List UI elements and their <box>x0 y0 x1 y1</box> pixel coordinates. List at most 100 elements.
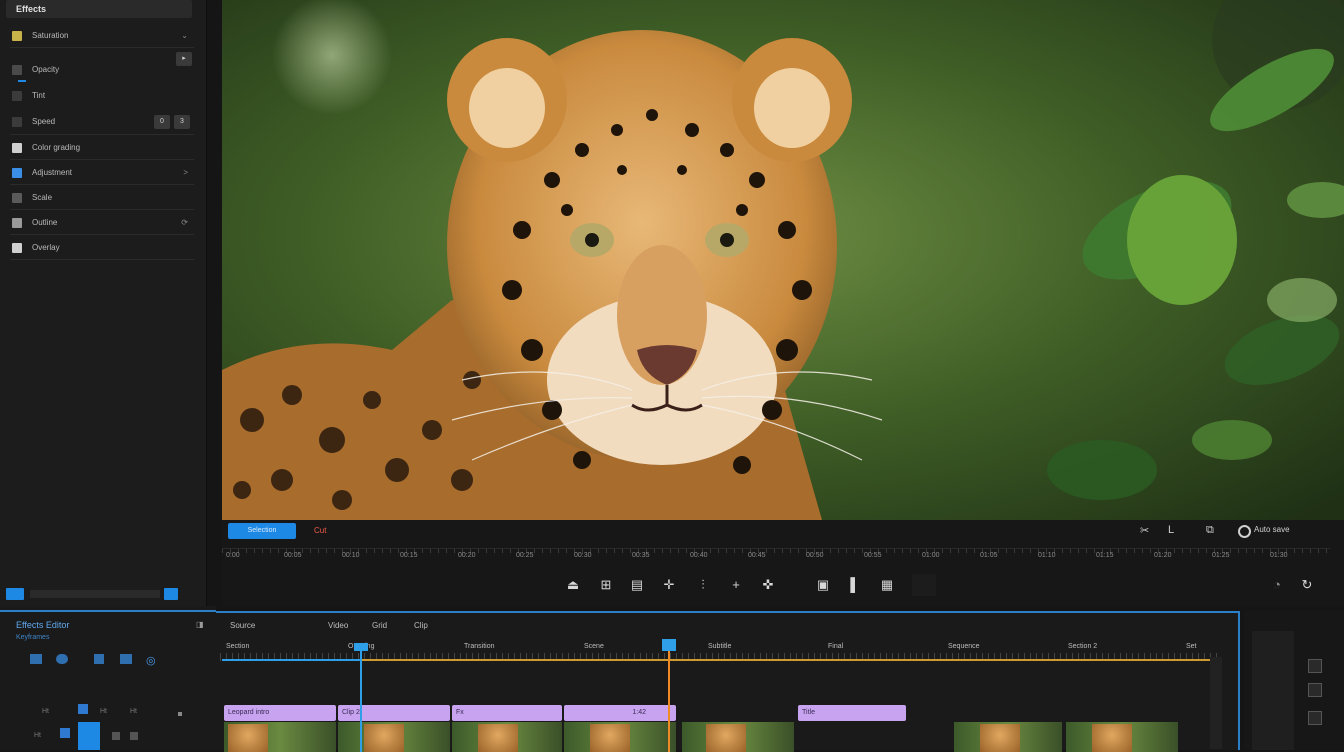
ease-icon[interactable] <box>56 654 68 664</box>
effect-item-color-grading[interactable]: Color grading <box>10 137 194 159</box>
selected-range-bar[interactable] <box>222 659 362 661</box>
divider <box>10 209 194 210</box>
clip-label[interactable]: 1:42 <box>564 705 676 721</box>
active-track-button[interactable] <box>78 722 100 750</box>
track-toggle-icon[interactable] <box>60 728 70 738</box>
effect-item-saturation[interactable]: Saturation ⌄ <box>10 25 194 47</box>
keyframe-icon[interactable] <box>30 654 42 664</box>
ruler-tick-label: 00:30 <box>574 552 592 559</box>
marker-label: Section <box>226 643 250 650</box>
track-label: Ht <box>100 708 107 715</box>
clip-thumbnail[interactable] <box>954 722 1062 752</box>
leopard-thumb-icon <box>228 724 268 752</box>
playhead-orange[interactable] <box>668 649 670 752</box>
tool-icon[interactable] <box>1308 659 1322 673</box>
effect-label: Scale <box>32 193 53 202</box>
clip-label[interactable]: Leopard intro <box>224 705 336 721</box>
timeline-header-source[interactable]: Source <box>230 621 255 630</box>
ruler-tick-label: 00:45 <box>748 552 766 559</box>
marker-label: Transition <box>464 643 495 650</box>
save-frame-icon[interactable]: ▦ <box>878 576 896 594</box>
tool-icon[interactable] <box>1308 711 1322 725</box>
clip-thumbnail[interactable] <box>1066 722 1178 752</box>
effect-item-outline[interactable]: Outline ⟳ <box>10 212 194 234</box>
divider <box>10 184 194 185</box>
clip-thumbnail[interactable] <box>564 722 676 752</box>
split-icon[interactable]: ⫶ <box>694 576 712 594</box>
marker-handle[interactable] <box>662 639 676 651</box>
clip-thumbnail[interactable] <box>338 722 450 752</box>
panel-menu-icon[interactable]: ◨ <box>196 620 204 629</box>
clip-label[interactable]: Fx <box>452 705 562 721</box>
ruler-tick-label: 00:50 <box>806 552 824 559</box>
timeline-header-clip[interactable]: Clip <box>414 621 428 630</box>
trim-icon[interactable]: L <box>1168 524 1174 536</box>
effects-editor-panel: Effects Editor Keyframes ◨ ◎ Ht Ht Ht Ht <box>0 606 216 750</box>
effect-item-overlay[interactable]: Overlay <box>10 237 194 259</box>
expand-icon[interactable] <box>164 588 178 600</box>
add-icon[interactable]: + <box>727 576 745 594</box>
grid-icon[interactable]: ⊞ <box>597 576 615 594</box>
timeline-panel[interactable]: Source Video Grid Clip Section Opening T… <box>216 611 1240 752</box>
track-toggle-icon[interactable] <box>78 704 88 714</box>
settings-icon[interactable]: ◔ <box>1268 576 1286 594</box>
leopard-thumb-icon <box>478 724 518 752</box>
frame-icon[interactable]: ▣ <box>814 576 832 594</box>
saturation-icon <box>12 31 22 41</box>
selection-tool-button[interactable]: Selection <box>228 523 296 539</box>
effect-item-tint[interactable]: Tint <box>10 85 194 107</box>
leopard-thumb-icon <box>980 724 1020 752</box>
clip-thumbnail[interactable] <box>224 722 336 752</box>
effect-label: Saturation <box>32 31 69 40</box>
export-icon[interactable]: ⏏ <box>564 576 582 594</box>
lock-icon[interactable] <box>112 732 120 740</box>
linear-icon[interactable] <box>120 654 132 664</box>
chevron-right-icon[interactable]: > <box>183 162 188 184</box>
vertical-scrollbar[interactable] <box>1210 657 1222 749</box>
value-box-right[interactable]: 3 <box>174 115 190 129</box>
move-icon[interactable]: ✛ <box>660 576 678 594</box>
record-icon[interactable] <box>1238 525 1251 538</box>
layers-icon[interactable]: ▤ <box>628 576 646 594</box>
ruler-tick-label: 01:25 <box>1212 552 1230 559</box>
crosshair-icon[interactable]: ✜ <box>759 576 777 594</box>
leopard-thumb-icon <box>706 724 746 752</box>
scissors-icon[interactable]: ✂ <box>1140 524 1149 537</box>
effect-item-opacity[interactable]: Opacity <box>10 59 194 81</box>
clip-label[interactable]: Clip 2 <box>338 705 450 721</box>
clip-label[interactable]: Title <box>798 705 906 721</box>
effect-item-adjustment[interactable]: Adjustment > <box>10 162 194 184</box>
marker-icon[interactable]: ▌ <box>846 576 864 594</box>
clip-thumbnail[interactable] <box>682 722 794 752</box>
panel-toggle-icon[interactable] <box>6 588 24 600</box>
ruler-tick-label: 01:10 <box>1038 552 1056 559</box>
clip-thumbnail[interactable] <box>452 722 562 752</box>
cut-tool-button[interactable]: Cut <box>314 523 326 539</box>
slider-indicator[interactable] <box>18 80 26 82</box>
ruler-tick-label: 01:15 <box>1096 552 1114 559</box>
divider <box>10 259 194 260</box>
auto-save-label[interactable]: Auto save <box>1254 525 1290 534</box>
value-box-left[interactable]: 0 <box>154 115 170 129</box>
video-preview[interactable] <box>222 0 1344 520</box>
work-area-bar[interactable] <box>222 659 1210 661</box>
right-tool-strip <box>1244 611 1344 750</box>
effect-item-scale[interactable]: Scale <box>10 187 194 209</box>
mute-icon[interactable] <box>130 732 138 740</box>
refresh-icon[interactable]: ↻ <box>1298 576 1316 594</box>
copy-icon[interactable]: ⧉ <box>1206 524 1214 537</box>
panel-scrollbar[interactable] <box>30 590 160 598</box>
hold-icon[interactable] <box>94 654 104 664</box>
play-button[interactable]: ▸ <box>176 52 192 66</box>
reset-icon[interactable]: ⟳ <box>181 212 188 234</box>
playhead-blue[interactable] <box>360 649 362 752</box>
timeline-header-video[interactable]: Video <box>328 621 348 630</box>
effects-panel-title: Effects <box>6 0 192 18</box>
effects-editor-title: Effects Editor <box>16 620 70 630</box>
timeline-header-grid[interactable]: Grid <box>372 621 387 630</box>
chevron-down-icon[interactable]: ⌄ <box>181 25 188 47</box>
tool-icon[interactable] <box>1308 683 1322 697</box>
target-icon[interactable]: ◎ <box>146 654 158 667</box>
playhead-blue-handle[interactable] <box>354 643 368 651</box>
ruler-tick-label: 00:35 <box>632 552 650 559</box>
